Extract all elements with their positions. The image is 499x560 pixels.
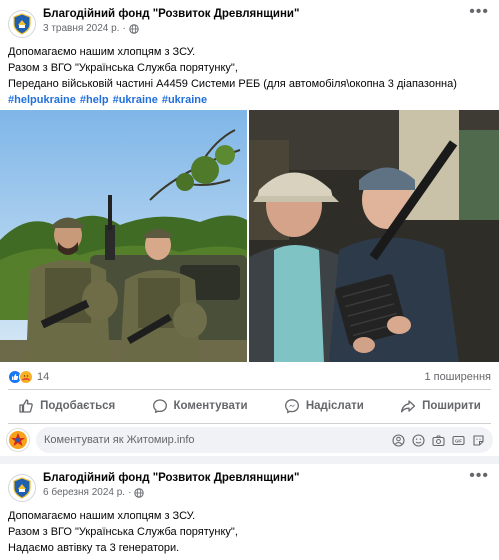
post-card: Благодійний фонд "Розвиток Древлянщини" … bbox=[0, 0, 499, 456]
care-reaction-icon bbox=[19, 370, 33, 384]
page-name-link[interactable]: Благодійний фонд "Розвиток Древлянщини" bbox=[43, 7, 469, 22]
post-line: Передано військовій частині А4459 Систем… bbox=[8, 78, 457, 90]
post-text: Допомагаємо нашим хлопцям з ЗСУ. Разом з… bbox=[0, 44, 499, 108]
like-button[interactable]: Подобається bbox=[8, 394, 125, 418]
comment-label: Коментувати bbox=[173, 400, 248, 412]
gif-icon[interactable]: GIF bbox=[451, 433, 465, 447]
post-stats: 14 1 поширення bbox=[0, 366, 499, 388]
page-name-link[interactable]: Благодійний фонд "Розвиток Древлянщини" bbox=[43, 471, 469, 486]
more-options-icon[interactable]: ••• bbox=[469, 467, 489, 485]
speech-bubble-icon bbox=[152, 399, 167, 413]
comment-composer: GIF bbox=[6, 427, 493, 453]
post-card: Благодійний фонд "Розвиток Древлянщини" … bbox=[0, 464, 499, 560]
comment-button[interactable]: Коментувати bbox=[142, 394, 258, 418]
comment-input-wrapper: GIF bbox=[36, 427, 493, 453]
post-line: Допомагаємо нашим хлопцям з ЗСУ. bbox=[8, 510, 196, 522]
page-avatar[interactable] bbox=[8, 10, 36, 38]
like-label: Подобається bbox=[40, 400, 116, 412]
post-line: Разом з ВГО "Українська Служба порятунку… bbox=[8, 526, 238, 538]
emoji-icon[interactable] bbox=[411, 433, 425, 447]
reaction-count: 14 bbox=[37, 371, 50, 383]
messenger-icon bbox=[284, 399, 299, 414]
send-button[interactable]: Надіслати bbox=[274, 394, 374, 418]
camera-icon[interactable] bbox=[431, 433, 445, 447]
user-avatar[interactable] bbox=[6, 428, 30, 452]
page-avatar[interactable] bbox=[8, 474, 36, 502]
send-label: Надіслати bbox=[305, 400, 364, 412]
hashtag-link[interactable]: #help bbox=[80, 94, 109, 106]
hashtag-link[interactable]: #helpukraine bbox=[8, 94, 76, 106]
post-photo-device[interactable] bbox=[249, 110, 499, 362]
globe-icon bbox=[134, 488, 145, 498]
share-arrow-icon bbox=[401, 400, 416, 413]
comment-input[interactable] bbox=[44, 434, 391, 446]
share-count[interactable]: 1 поширення bbox=[424, 371, 491, 383]
post-date[interactable]: 6 березня 2024 р. bbox=[43, 486, 125, 500]
divider bbox=[8, 423, 491, 424]
globe-icon bbox=[129, 24, 139, 34]
action-bar: Подобається Коментувати Надіслати Пошири… bbox=[0, 391, 499, 421]
post-text: Допомагаємо нашим хлопцям з ЗСУ. Разом з… bbox=[0, 508, 499, 556]
svg-text:GIF: GIF bbox=[455, 438, 462, 443]
post-header: Благодійний фонд "Розвиток Древлянщини" … bbox=[0, 0, 499, 44]
share-label: Поширити bbox=[422, 400, 481, 412]
avatar-sticker-icon[interactable] bbox=[391, 433, 405, 447]
post-line: Надаємо автівку та 3 генератори. bbox=[8, 542, 180, 554]
hashtag-link[interactable]: #ukraine bbox=[162, 94, 207, 106]
more-options-icon[interactable]: ••• bbox=[469, 3, 489, 21]
reactions-summary[interactable]: 14 bbox=[8, 370, 49, 384]
thumbs-up-icon bbox=[19, 399, 33, 413]
post-header: Благодійний фонд "Розвиток Древлянщини" … bbox=[0, 464, 499, 508]
share-button[interactable]: Поширити bbox=[390, 394, 491, 418]
post-line: Допомагаємо нашим хлопцям з ЗСУ. bbox=[8, 46, 196, 58]
photo-grid bbox=[0, 110, 499, 362]
post-photo-soldiers[interactable] bbox=[0, 110, 247, 362]
hashtag-link[interactable]: #ukraine bbox=[113, 94, 158, 106]
post-line: Разом з ВГО "Українська Служба порятунку… bbox=[8, 62, 238, 74]
divider bbox=[8, 389, 491, 390]
post-date[interactable]: 3 травня 2024 р. bbox=[43, 22, 119, 36]
sticker-icon[interactable] bbox=[471, 433, 485, 447]
